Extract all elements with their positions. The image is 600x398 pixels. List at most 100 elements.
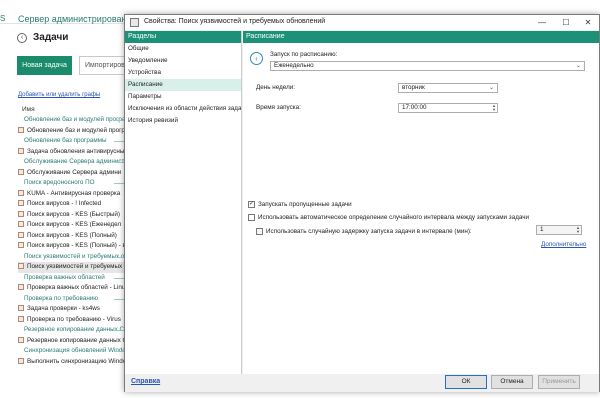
task-icon — [18, 189, 24, 196]
task-label: Выполнить синхронизацию Windo — [27, 357, 126, 365]
task-icon — [18, 231, 24, 238]
task-label: Резервное копирование данных С — [27, 336, 126, 344]
task-group-header[interactable]: Обновление баз программы — [18, 136, 126, 147]
task-label: Поиск вирусов - KES (Быстрый) — [27, 210, 121, 218]
page-title: Задачи — [33, 32, 69, 43]
task-icon — [18, 200, 24, 206]
ok-button[interactable]: ОК — [445, 375, 487, 389]
panel-header: Расписание — [243, 31, 599, 43]
task-row[interactable]: Поиск вирусов - KES (Быстрый) — [18, 210, 126, 221]
task-group-header[interactable]: Поиск вредоносного ПО — [18, 178, 126, 189]
task-row[interactable]: Поиск уязвимостей и требуемых с — [18, 262, 126, 273]
apply-button[interactable]: Применить — [538, 375, 580, 389]
task-icon — [18, 168, 24, 175]
task-row[interactable]: Задача обновления антивирусны — [18, 147, 126, 158]
schedule-label: Запуск по расписанию: — [270, 51, 338, 58]
columns-link[interactable]: Добавить или удалить графы — [18, 92, 100, 98]
task-group-header[interactable]: Обновление баз и модулей програ — [18, 115, 126, 126]
task-row[interactable]: Обслуживание Сервера админи — [18, 168, 126, 179]
collapse-icon[interactable]: ‹ — [17, 33, 27, 43]
task-row[interactable]: Резервное копирование данных С — [18, 336, 126, 347]
dialog-footer: Справка ОК Отмена Применить — [125, 374, 599, 392]
section-item[interactable]: Общие — [125, 43, 241, 55]
task-row[interactable]: Обновление баз и модулей прогр — [18, 126, 126, 137]
task-group-header[interactable]: Обслуживание Сервера администр — [18, 157, 126, 168]
task-icon — [18, 221, 24, 227]
task-label: KUMA - Антивирусная проверка — [27, 189, 121, 197]
schedule-value: Еженедельно — [274, 62, 314, 69]
window-icon — [130, 18, 139, 27]
section-item[interactable]: Исключения из области действия задачи — [125, 103, 241, 115]
dialog-titlebar[interactable]: Свойства: Поиск уязвимостей и требуемых … — [125, 15, 599, 30]
task-list: Обновление баз и модулей програ Обновлени… — [18, 115, 126, 367]
section-item[interactable]: Расписание — [125, 79, 241, 91]
auto-interval-label: Использовать автоматическое определение … — [258, 214, 530, 221]
sections-list: Общие Уведомление Устройства Расписание Пара… — [125, 43, 241, 127]
task-group-header[interactable]: Синхронизация обновлений Windo — [18, 346, 126, 357]
random-delay-value: 1 — [540, 226, 544, 233]
schedule-select[interactable]: Еженедельно ⌄ — [270, 61, 585, 71]
dialog-title: Свойства: Поиск уязвимостей и требуемых … — [144, 18, 326, 25]
task-label: Поиск вирусов - KES (Полный) - в — [27, 242, 126, 249]
task-icon — [18, 147, 24, 154]
task-row[interactable]: Поиск вирусов - KES (Полный) — [18, 231, 126, 242]
task-group-header[interactable]: Проверка важных областей — [18, 273, 126, 284]
day-value: вторник — [402, 84, 425, 91]
section-item[interactable]: История ревизий — [125, 115, 241, 127]
task-row[interactable]: Поиск вирусов - KES (Полный) - в — [18, 241, 126, 252]
task-row[interactable]: Поиск вирусов - ! Infected — [18, 199, 126, 210]
section-item[interactable]: Устройства — [125, 67, 241, 79]
task-label: Синхронизация обновлений Windo — [24, 347, 126, 354]
task-label: Задача обновления антивирусны — [27, 147, 125, 155]
day-label: День недели: — [256, 84, 296, 91]
back-icon[interactable]: ‹ — [250, 52, 263, 65]
task-icon — [18, 357, 24, 364]
time-value: 17:00:00 — [402, 104, 427, 111]
task-row[interactable]: Выполнить синхронизацию Windo — [18, 357, 126, 368]
task-row[interactable]: Поиск вирусов - KES (Еженедел — [18, 220, 126, 231]
column-header-name[interactable]: Имя — [22, 106, 35, 113]
task-label: Обновление баз и модулей прогр — [27, 126, 125, 134]
task-icon — [18, 315, 24, 322]
sections-header: Разделы — [125, 31, 241, 43]
task-group-header[interactable]: Проверка по требованию — [18, 294, 126, 305]
task-label: Задача проверки - ks4ws — [27, 305, 100, 312]
task-label: Обслуживание Сервера админи — [27, 168, 122, 176]
maximize-icon[interactable]: ☐ — [555, 16, 577, 29]
import-button[interactable]: Импортирова — [79, 56, 129, 75]
time-input[interactable]: 17:00:00 ▲ ▼ — [398, 103, 498, 113]
task-label: Проверка важных областей — [24, 273, 105, 281]
task-label: Поиск вирусов - KES (Еженедел — [27, 221, 122, 228]
new-task-button[interactable]: Новая задача — [17, 56, 72, 75]
minimize-icon[interactable]: — — [531, 16, 553, 29]
task-label: Обновление баз программы — [24, 137, 107, 144]
random-delay-input[interactable]: 1 ▲ ▼ — [536, 225, 582, 235]
task-group-header[interactable]: Поиск уязвимостей и требуемых о — [18, 252, 126, 263]
task-row[interactable]: Проверка важных областей - Linu — [18, 283, 126, 294]
task-icon — [18, 242, 24, 248]
task-label: Поиск вирусов - KES (Полный) — [27, 231, 117, 239]
task-label: Обслуживание Сервера администр — [24, 158, 126, 165]
task-row[interactable]: KUMA - Антивирусная проверка — [18, 189, 126, 200]
sections-pane: Разделы Общие Уведомление Устройства Распис… — [125, 31, 242, 374]
close-icon[interactable]: ✕ — [577, 16, 599, 29]
task-label: Поиск вирусов - ! Infected — [27, 200, 102, 207]
task-row[interactable]: Задача проверки - ks4ws — [18, 304, 126, 315]
cancel-button[interactable]: Отмена — [491, 375, 533, 389]
section-item[interactable]: Уведомление — [125, 55, 241, 67]
random-delay-checkbox[interactable] — [256, 228, 263, 235]
section-item[interactable]: Параметры — [125, 91, 241, 103]
task-label: Поиск уязвимостей и требуемых о — [24, 252, 125, 260]
help-link[interactable]: Справка — [131, 378, 160, 385]
advanced-link[interactable]: Дополнительно — [541, 241, 586, 248]
random-delay-label: Использовать случайную задержку запуска … — [266, 228, 472, 235]
task-row[interactable]: Проверка по требованию - Virus — [18, 315, 126, 326]
missed-tasks-checkbox[interactable]: ✓ — [248, 201, 255, 208]
task-icon — [18, 284, 24, 290]
spinner-icon[interactable]: ▲ ▼ — [576, 226, 580, 234]
day-select[interactable]: вторник ⌄ — [398, 83, 498, 93]
auto-interval-checkbox[interactable] — [248, 214, 255, 221]
task-group-header[interactable]: Резервное копирование данных Се — [18, 325, 126, 336]
spinner-icon[interactable]: ▲ ▼ — [492, 104, 496, 112]
schedule-panel: Расписание ‹ Запуск по расписанию: Ежене… — [243, 31, 599, 374]
